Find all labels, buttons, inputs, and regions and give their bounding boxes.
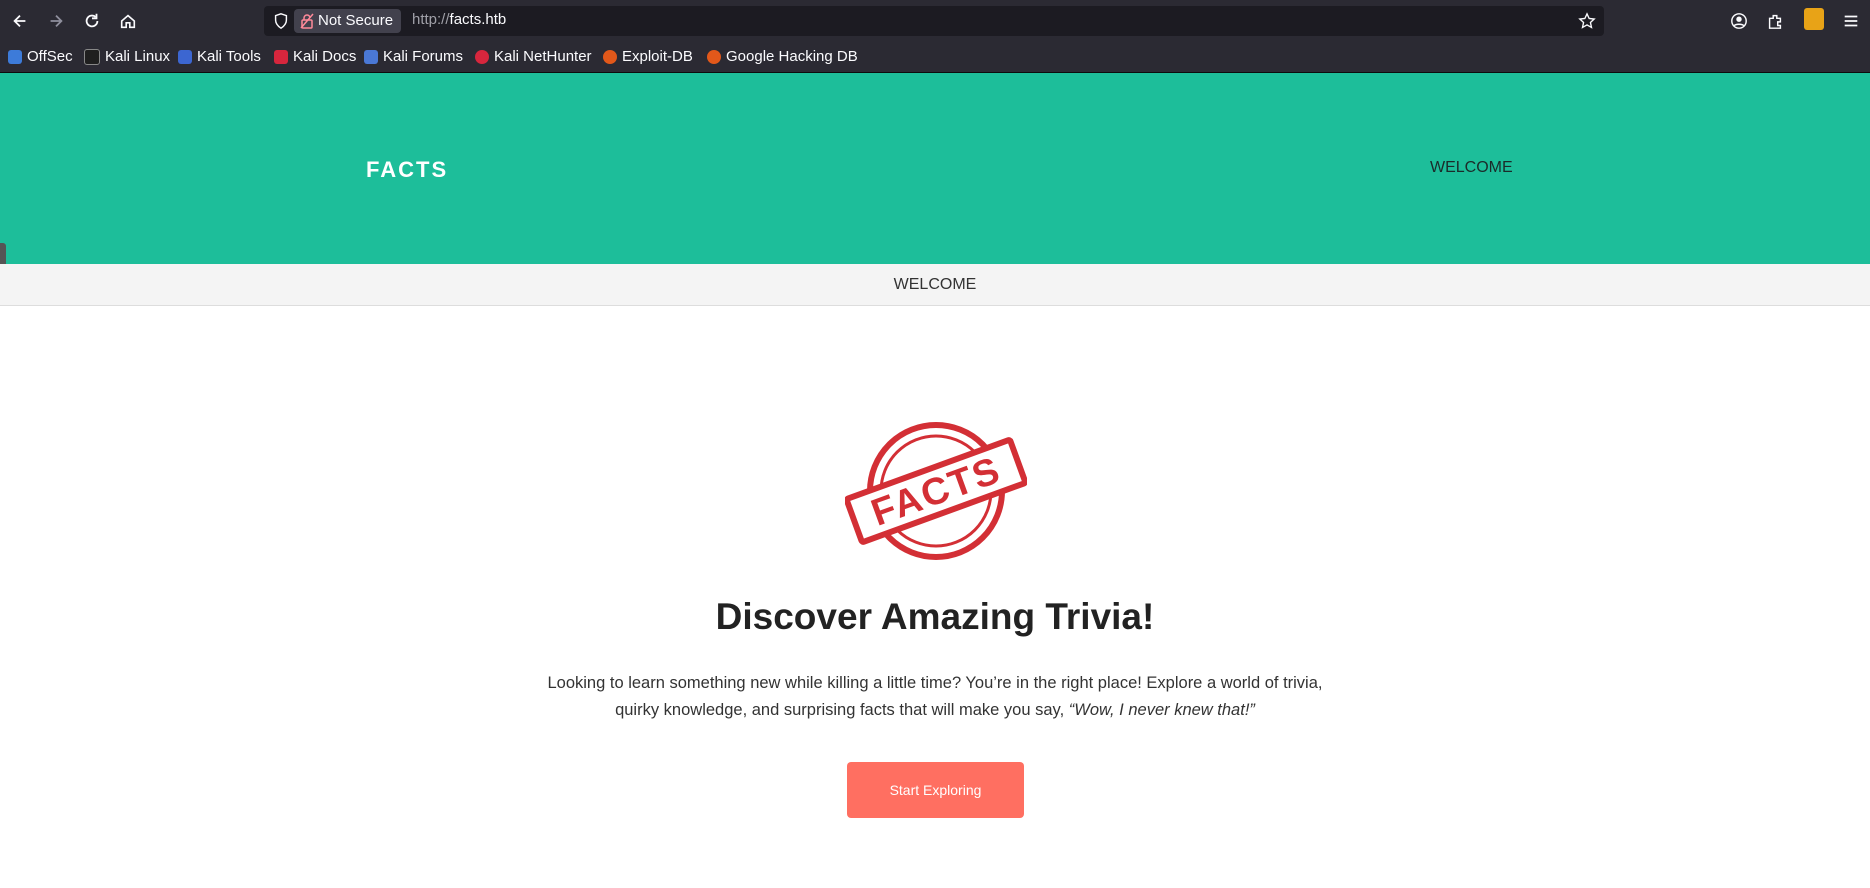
account-icon[interactable] — [1730, 12, 1748, 30]
hero-quote: “Wow, I never knew that!” — [1068, 701, 1255, 719]
bookmark-kali-docs[interactable]: Kali Docs — [274, 48, 356, 65]
bookmark-exploit-db[interactable]: Exploit-DB — [603, 48, 693, 65]
sub-navigation: WELCOME — [0, 264, 1870, 306]
bookmark-label: Kali Tools — [197, 48, 261, 65]
start-exploring-button[interactable]: Start Exploring — [847, 762, 1024, 818]
nav-link-welcome[interactable]: WELCOME — [1430, 159, 1513, 177]
bookmark-star-icon[interactable] — [1578, 12, 1596, 30]
reload-icon[interactable] — [80, 9, 104, 33]
bookmark-label: Exploit-DB — [622, 48, 693, 65]
kali-tools-favicon — [178, 49, 192, 64]
bookmark-kali-tools[interactable]: Kali Tools — [178, 48, 261, 65]
bookmark-label: Kali Docs — [293, 48, 357, 65]
kali-forums-favicon — [364, 49, 378, 64]
bookmark-label: Kali Forums — [383, 48, 464, 65]
home-icon[interactable] — [116, 9, 140, 33]
burp-extension-icon[interactable] — [1804, 8, 1824, 30]
url-protocol: http:// — [412, 11, 450, 28]
bookmark-label: OffSec — [27, 48, 73, 65]
kali-dragon-favicon — [84, 48, 100, 65]
browser-toolbar: Not Secure http://facts.htb — [0, 0, 1870, 42]
subnav-link-welcome[interactable]: WELCOME — [0, 276, 1870, 294]
forward-icon[interactable] — [44, 9, 68, 33]
bookmark-offsec[interactable]: OffSec — [8, 48, 73, 65]
shield-icon[interactable] — [272, 12, 290, 30]
bookmark-label: Kali NetHunter — [494, 48, 592, 65]
not-secure-badge[interactable]: Not Secure — [294, 9, 402, 33]
bookmark-google-hacking-db[interactable]: Google Hacking DB — [707, 48, 858, 65]
bookmark-label: Google Hacking DB — [726, 48, 858, 65]
back-icon[interactable] — [8, 9, 32, 33]
hero-title: Discover Amazing Trivia! — [715, 596, 1155, 637]
bookmark-kali-linux[interactable]: Kali Linux — [84, 48, 170, 65]
menu-icon[interactable] — [1842, 12, 1860, 30]
bookmark-label: Kali Linux — [105, 48, 171, 65]
bookmarks-bar: OffSec Kali Linux Kali Tools Kali Docs K… — [0, 42, 1870, 73]
url-host: facts.htb — [449, 11, 507, 28]
hero-description: Looking to learn something new while kil… — [545, 670, 1325, 724]
offsec-favicon — [8, 49, 22, 64]
kali-nethunter-favicon — [475, 49, 489, 64]
bookmark-kali-nethunter[interactable]: Kali NetHunter — [475, 48, 592, 65]
url-text[interactable]: http://facts.htb — [412, 11, 506, 28]
site-brand[interactable]: FACTS — [366, 157, 448, 183]
lock-warning-icon — [300, 13, 314, 29]
url-bar[interactable]: Not Secure http://facts.htb — [264, 6, 1604, 36]
facts-stamp-logo: FACTS — [845, 422, 1027, 560]
logo-text: FACTS — [866, 449, 1007, 534]
site-header: FACTS WELCOME — [0, 73, 1870, 264]
kali-docs-favicon — [274, 49, 288, 64]
exploit-db-favicon — [603, 49, 617, 64]
google-hacking-db-favicon — [707, 49, 721, 64]
extensions-icon[interactable] — [1766, 12, 1784, 30]
not-secure-label: Not Secure — [318, 12, 394, 29]
bookmark-kali-forums[interactable]: Kali Forums — [364, 48, 463, 65]
